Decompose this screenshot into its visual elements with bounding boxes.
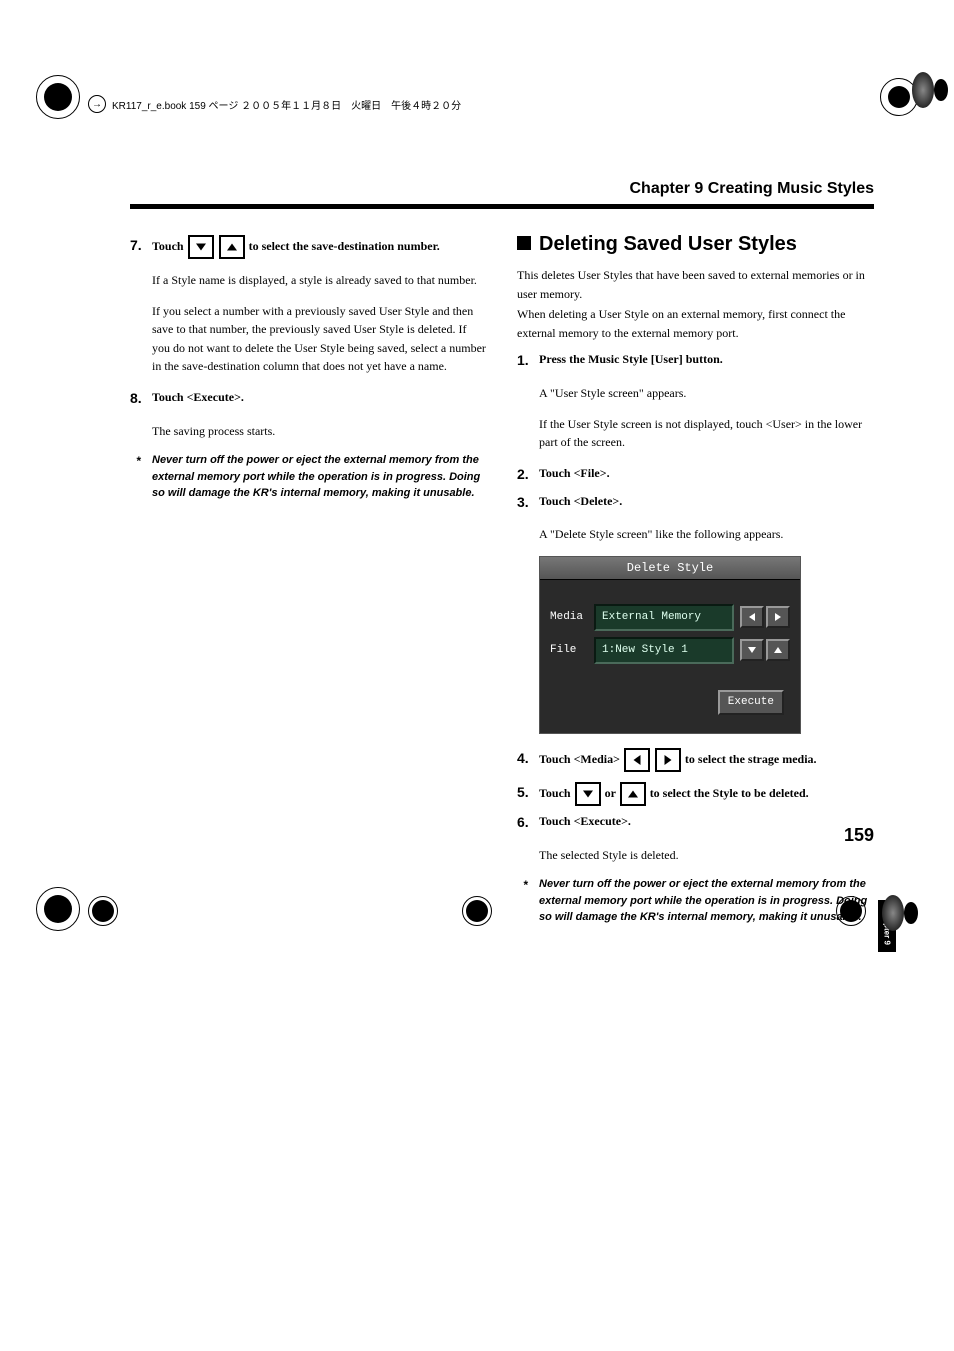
right-column: Deleting Saved User Styles This deletes … — [517, 229, 874, 926]
step5-lead-b: to select the Style to be deleted. — [650, 786, 809, 800]
step-2: 2. Touch <File>. — [517, 464, 874, 486]
warning-text-right: Never turn off the power or eject the ex… — [539, 876, 874, 926]
step1-p2: If the User Style screen is not displaye… — [539, 415, 874, 452]
print-registration-mark — [88, 896, 118, 926]
file-up-button[interactable] — [766, 639, 790, 661]
warning-text: Never turn off the power or eject the ex… — [152, 452, 487, 502]
step-6: 6. Touch <Execute>. — [517, 812, 874, 834]
left-column: 7. Touch to select the save-destination … — [130, 229, 487, 926]
step-1: 1. Press the Music Style [User] button. — [517, 350, 874, 372]
step2-lead: Touch <File>. — [539, 466, 610, 480]
print-registration-mark — [882, 895, 918, 931]
step-number: 7. — [130, 235, 152, 259]
section-heading: Deleting Saved User Styles — [517, 229, 874, 260]
execute-button[interactable]: Execute — [718, 690, 784, 715]
left-arrow-icon — [624, 748, 650, 772]
right-arrow-icon — [655, 748, 681, 772]
up-arrow-icon — [620, 782, 646, 806]
step-number: 2. — [517, 464, 539, 486]
intro2: When deleting a User Style on an externa… — [517, 305, 874, 342]
step4-lead-a: Touch <Media> — [539, 752, 623, 766]
step6-p1: The selected Style is deleted. — [539, 846, 874, 865]
step-5: 5. Touch or to select the Style to be de… — [517, 782, 874, 806]
step-number: 6. — [517, 812, 539, 834]
step7-lead-b: to select the save-destination number. — [249, 239, 440, 253]
print-registration-mark — [836, 896, 866, 926]
step-number: 4. — [517, 748, 539, 772]
warning-note-right: * Never turn off the power or eject the … — [523, 876, 874, 926]
file-field[interactable]: 1:New Style 1 — [594, 637, 734, 664]
print-registration-mark — [462, 896, 492, 926]
media-prev-button[interactable] — [740, 606, 764, 628]
down-arrow-icon — [575, 782, 601, 806]
step7-lead-a: Touch — [152, 239, 187, 253]
screenshot-file-row: File 1:New Style 1 — [550, 637, 790, 664]
page-number: 159 — [844, 825, 874, 846]
asterisk-mark: * — [523, 876, 539, 926]
print-registration-mark — [36, 887, 80, 931]
step7-p1: If a Style name is displayed, a style is… — [152, 271, 487, 290]
screenshot-title: Delete Style — [540, 557, 800, 580]
step5-lead-mid: or — [605, 786, 619, 800]
file-down-button[interactable] — [740, 639, 764, 661]
step1-lead: Press the Music Style [User] button. — [539, 352, 723, 366]
step3-lead: Touch <Delete>. — [539, 494, 622, 508]
screenshot-media-row: Media External Memory — [550, 604, 790, 631]
square-bullet-icon — [517, 236, 531, 250]
step-7: 7. Touch to select the save-destination … — [130, 235, 487, 259]
heading-text: Deleting Saved User Styles — [539, 233, 797, 255]
step-number: 8. — [130, 388, 152, 410]
step-8: 8. Touch <Execute>. — [130, 388, 487, 410]
down-arrow-icon — [188, 235, 214, 259]
step4-lead-b: to select the strage media. — [685, 752, 817, 766]
step-3: 3. Touch <Delete>. — [517, 492, 874, 514]
step-number: 5. — [517, 782, 539, 806]
step8-lead: Touch <Execute>. — [152, 390, 244, 404]
asterisk-mark: * — [136, 452, 152, 502]
step8-p1: The saving process starts. — [152, 422, 487, 441]
step1-p1: A "User Style screen" appears. — [539, 384, 874, 403]
step5-lead-a: Touch — [539, 786, 574, 800]
delete-style-screenshot: Delete Style Media External Memory File … — [539, 556, 801, 734]
media-next-button[interactable] — [766, 606, 790, 628]
step-4: 4. Touch <Media> to select the strage me… — [517, 748, 874, 772]
warning-note: * Never turn off the power or eject the … — [136, 452, 487, 502]
step6-lead: Touch <Execute>. — [539, 814, 631, 828]
step3-p1: A "Delete Style screen" like the followi… — [539, 525, 874, 544]
file-label: File — [550, 642, 594, 659]
intro1: This deletes User Styles that have been … — [517, 266, 874, 303]
up-arrow-icon — [219, 235, 245, 259]
media-field[interactable]: External Memory — [594, 604, 734, 631]
step-number: 1. — [517, 350, 539, 372]
step7-p2: If you select a number with a previously… — [152, 302, 487, 376]
chapter-title: Chapter 9 Creating Music Styles — [130, 180, 874, 198]
chapter-rule — [130, 204, 874, 209]
step-number: 3. — [517, 492, 539, 514]
media-label: Media — [550, 609, 594, 626]
